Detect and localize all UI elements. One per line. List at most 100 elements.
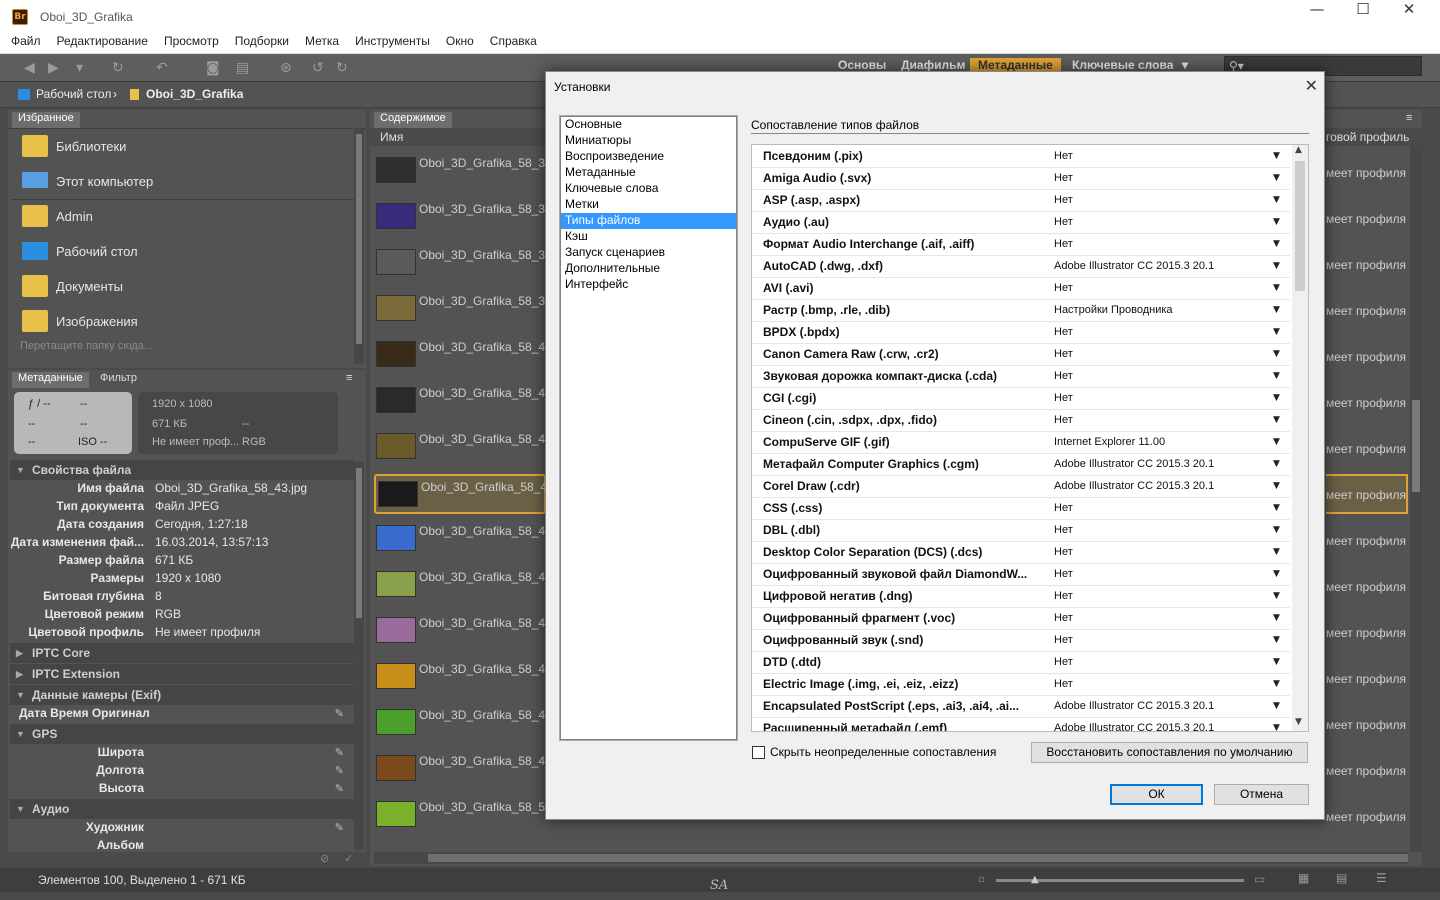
file-row[interactable]: Oboi_3D_Grafika_58_44.jpg (374, 520, 547, 560)
category-item[interactable]: Интерфейс (561, 277, 736, 293)
category-item[interactable]: Воспроизведение (561, 149, 736, 165)
section-iptc-core[interactable]: ▶ IPTC Core (10, 643, 354, 663)
dropdown-arrow-icon[interactable]: ▼ (1273, 525, 1280, 535)
scroll-up-icon[interactable]: ▲ (1295, 145, 1302, 155)
dropdown-arrow-icon[interactable]: ▼ (1273, 371, 1280, 381)
tab-content[interactable]: Содержимое (374, 112, 452, 128)
rotate-left-icon[interactable]: ↺ (312, 58, 324, 78)
menu-item[interactable]: Метка (300, 34, 344, 48)
file-row[interactable]: Oboi_3D_Grafika_58_43.jpg (374, 474, 549, 514)
slider-handle[interactable]: ▲ (1031, 874, 1039, 885)
dropdown-arrow-icon[interactable]: ▼ (1273, 503, 1280, 513)
dropdown-arrow-icon[interactable]: ▼ (1273, 415, 1280, 425)
edit-pencil-icon[interactable]: ✎ (335, 821, 344, 834)
content-hscrollbar[interactable] (374, 852, 1408, 864)
edit-pencil-icon[interactable]: ✎ (335, 764, 344, 777)
file-type-row[interactable]: AutoCAD (.dwg, .dxf) Adobe Illustrator CC… (753, 256, 1290, 278)
section-gps[interactable]: ▼ GPS (10, 724, 354, 744)
dropdown-arrow-icon[interactable]: ▼ (1273, 283, 1280, 293)
file-type-row[interactable]: Encapsulated PostScript (.eps, .ai3, .ai… (753, 696, 1290, 718)
favorite-item[interactable]: Этот компьютер (20, 167, 350, 197)
grid-view-icon[interactable]: ▦ (1298, 871, 1309, 885)
section-iptc-extension[interactable]: ▶ IPTC Extension (10, 664, 354, 684)
associated-app-select[interactable]: Нет (1054, 348, 1073, 360)
breadcrumb-current[interactable]: Oboi_3D_Grafika (146, 87, 243, 101)
forward-icon[interactable]: ▶ (48, 58, 59, 78)
menu-item[interactable]: Подборки (230, 34, 294, 48)
panel-menu-icon[interactable]: ≡ (340, 372, 358, 388)
dropdown-arrow-icon[interactable]: ▼ (1273, 635, 1280, 645)
section-file-properties[interactable]: ▼ Свойства файла (10, 460, 354, 480)
file-type-row[interactable]: AVI (.avi) Нет ▼ (753, 278, 1290, 300)
associated-app-select[interactable]: Нет (1054, 656, 1073, 668)
file-row[interactable]: Oboi_3D_Grafika_58_38.jpg (374, 244, 547, 284)
dropdown-arrow-icon[interactable]: ▼ (1273, 393, 1280, 403)
file-row[interactable]: Oboi_3D_Grafika_58_42.jpg (374, 428, 547, 468)
file-type-row[interactable]: Corel Draw (.cdr) Adobe Illustrator CC 20… (753, 476, 1290, 498)
category-item[interactable]: Запуск сценариев (561, 245, 736, 261)
associated-app-select[interactable]: Нет (1054, 172, 1073, 184)
dropdown-arrow-icon[interactable]: ▼ (1273, 679, 1280, 689)
associated-app-select[interactable]: Нет (1054, 370, 1073, 382)
rotate-right-icon[interactable]: ↻ (336, 58, 348, 78)
associated-app-select[interactable]: Нет (1054, 216, 1073, 228)
associated-app-select[interactable]: Нет (1054, 502, 1073, 514)
dropdown-arrow-icon[interactable]: ▼ (1273, 327, 1280, 337)
section-exif[interactable]: ▼ Данные камеры (Exif) (10, 685, 354, 705)
dropdown-arrow-icon[interactable]: ▼ (1273, 305, 1280, 315)
cancel-edit-icon[interactable]: ⊘ (320, 852, 329, 865)
associated-app-select[interactable]: Нет (1054, 568, 1073, 580)
menu-item[interactable]: Редактирование (52, 34, 153, 48)
dropdown-arrow-icon[interactable]: ▼ (1273, 723, 1280, 731)
dropdown-arrow-icon[interactable]: ▼ (1273, 195, 1280, 205)
dropdown-arrow-icon[interactable]: ▼ (1273, 173, 1280, 183)
file-type-row[interactable]: DTD (.dtd) Нет ▼ (753, 652, 1290, 674)
file-type-row[interactable]: Canon Camera Raw (.crw, .cr2) Нет ▼ (753, 344, 1290, 366)
favorite-item[interactable]: Документы (20, 272, 350, 302)
menu-item[interactable]: Файл (6, 34, 46, 48)
associated-app-select[interactable]: Нет (1054, 392, 1073, 404)
menu-item[interactable]: Окно (441, 34, 479, 48)
thumb-large-icon[interactable]: ▭ (1254, 872, 1265, 886)
file-type-row[interactable]: Аудио (.au) Нет ▼ (753, 212, 1290, 234)
return-icon[interactable]: ↶ (156, 58, 168, 78)
associated-app-select[interactable]: Нет (1054, 282, 1073, 294)
details-view-icon[interactable]: ▤ (1336, 871, 1347, 885)
content-menu-icon[interactable]: ≡ (1400, 112, 1418, 128)
dropdown-arrow-icon[interactable]: ▼ (1273, 547, 1280, 557)
associated-app-select[interactable]: Нет (1054, 546, 1073, 558)
tab-metadata[interactable]: Метаданные (12, 372, 89, 388)
dropdown-arrow-icon[interactable]: ▼ (1273, 437, 1280, 447)
column-header-profile[interactable]: говой профиль (1326, 130, 1409, 144)
dropdown-arrow-icon[interactable]: ▼ (1273, 239, 1280, 249)
favorite-item[interactable]: Рабочий стол (20, 237, 350, 267)
file-row[interactable]: Oboi_3D_Grafika_58_36.jpg (374, 152, 547, 192)
cancel-button[interactable]: Отмена (1214, 784, 1309, 805)
associated-app-select[interactable]: Adobe Illustrator CC 2015.3 20.1 (1054, 722, 1214, 731)
associated-app-select[interactable]: Нет (1054, 524, 1073, 536)
category-item[interactable]: Типы файлов (561, 213, 736, 229)
file-type-row[interactable]: Оцифрованный звук (.snd) Нет ▼ (753, 630, 1290, 652)
edit-pencil-icon[interactable]: ✎ (335, 746, 344, 759)
file-type-row[interactable]: Метафайл Computer Graphics (.cgm) Adobe I… (753, 454, 1290, 476)
dropdown-arrow-icon[interactable]: ▼ (1273, 569, 1280, 579)
dropdown-arrow-icon[interactable]: ▼ (1273, 261, 1280, 271)
category-item[interactable]: Метаданные (561, 165, 736, 181)
menu-item[interactable]: Просмотр (159, 34, 224, 48)
associated-app-select[interactable]: Настройки Проводника (1054, 304, 1173, 316)
file-type-row[interactable]: Оцифрованный фрагмент (.voc) Нет ▼ (753, 608, 1290, 630)
file-row[interactable]: Oboi_3D_Grafika_58_40.jpg (374, 336, 547, 376)
file-row[interactable]: Oboi_3D_Grafika_58_46.jpg (374, 612, 547, 652)
dropdown-arrow-icon[interactable]: ▼ (1273, 459, 1280, 469)
thumb-small-icon[interactable]: ▫ (978, 874, 985, 885)
refine-icon[interactable]: ▤ (236, 58, 249, 78)
apply-edit-icon[interactable]: ✓ (344, 852, 353, 865)
file-type-row[interactable]: Расширенный метафайл (.emf) Adobe Illustr… (753, 718, 1290, 731)
category-item[interactable]: Метки (561, 197, 736, 213)
list-view-icon[interactable]: ☰ (1376, 871, 1387, 885)
section-audio[interactable]: ▼ Аудио (10, 799, 354, 819)
file-row[interactable]: Oboi_3D_Grafika_58_50.jpg (374, 796, 547, 836)
file-type-row[interactable]: Звуковая дорожка компакт-диска (.cda) Нет… (753, 366, 1290, 388)
category-item[interactable]: Основные (561, 117, 736, 133)
file-row[interactable]: Oboi_3D_Grafika_58_39.jpg (374, 290, 547, 330)
